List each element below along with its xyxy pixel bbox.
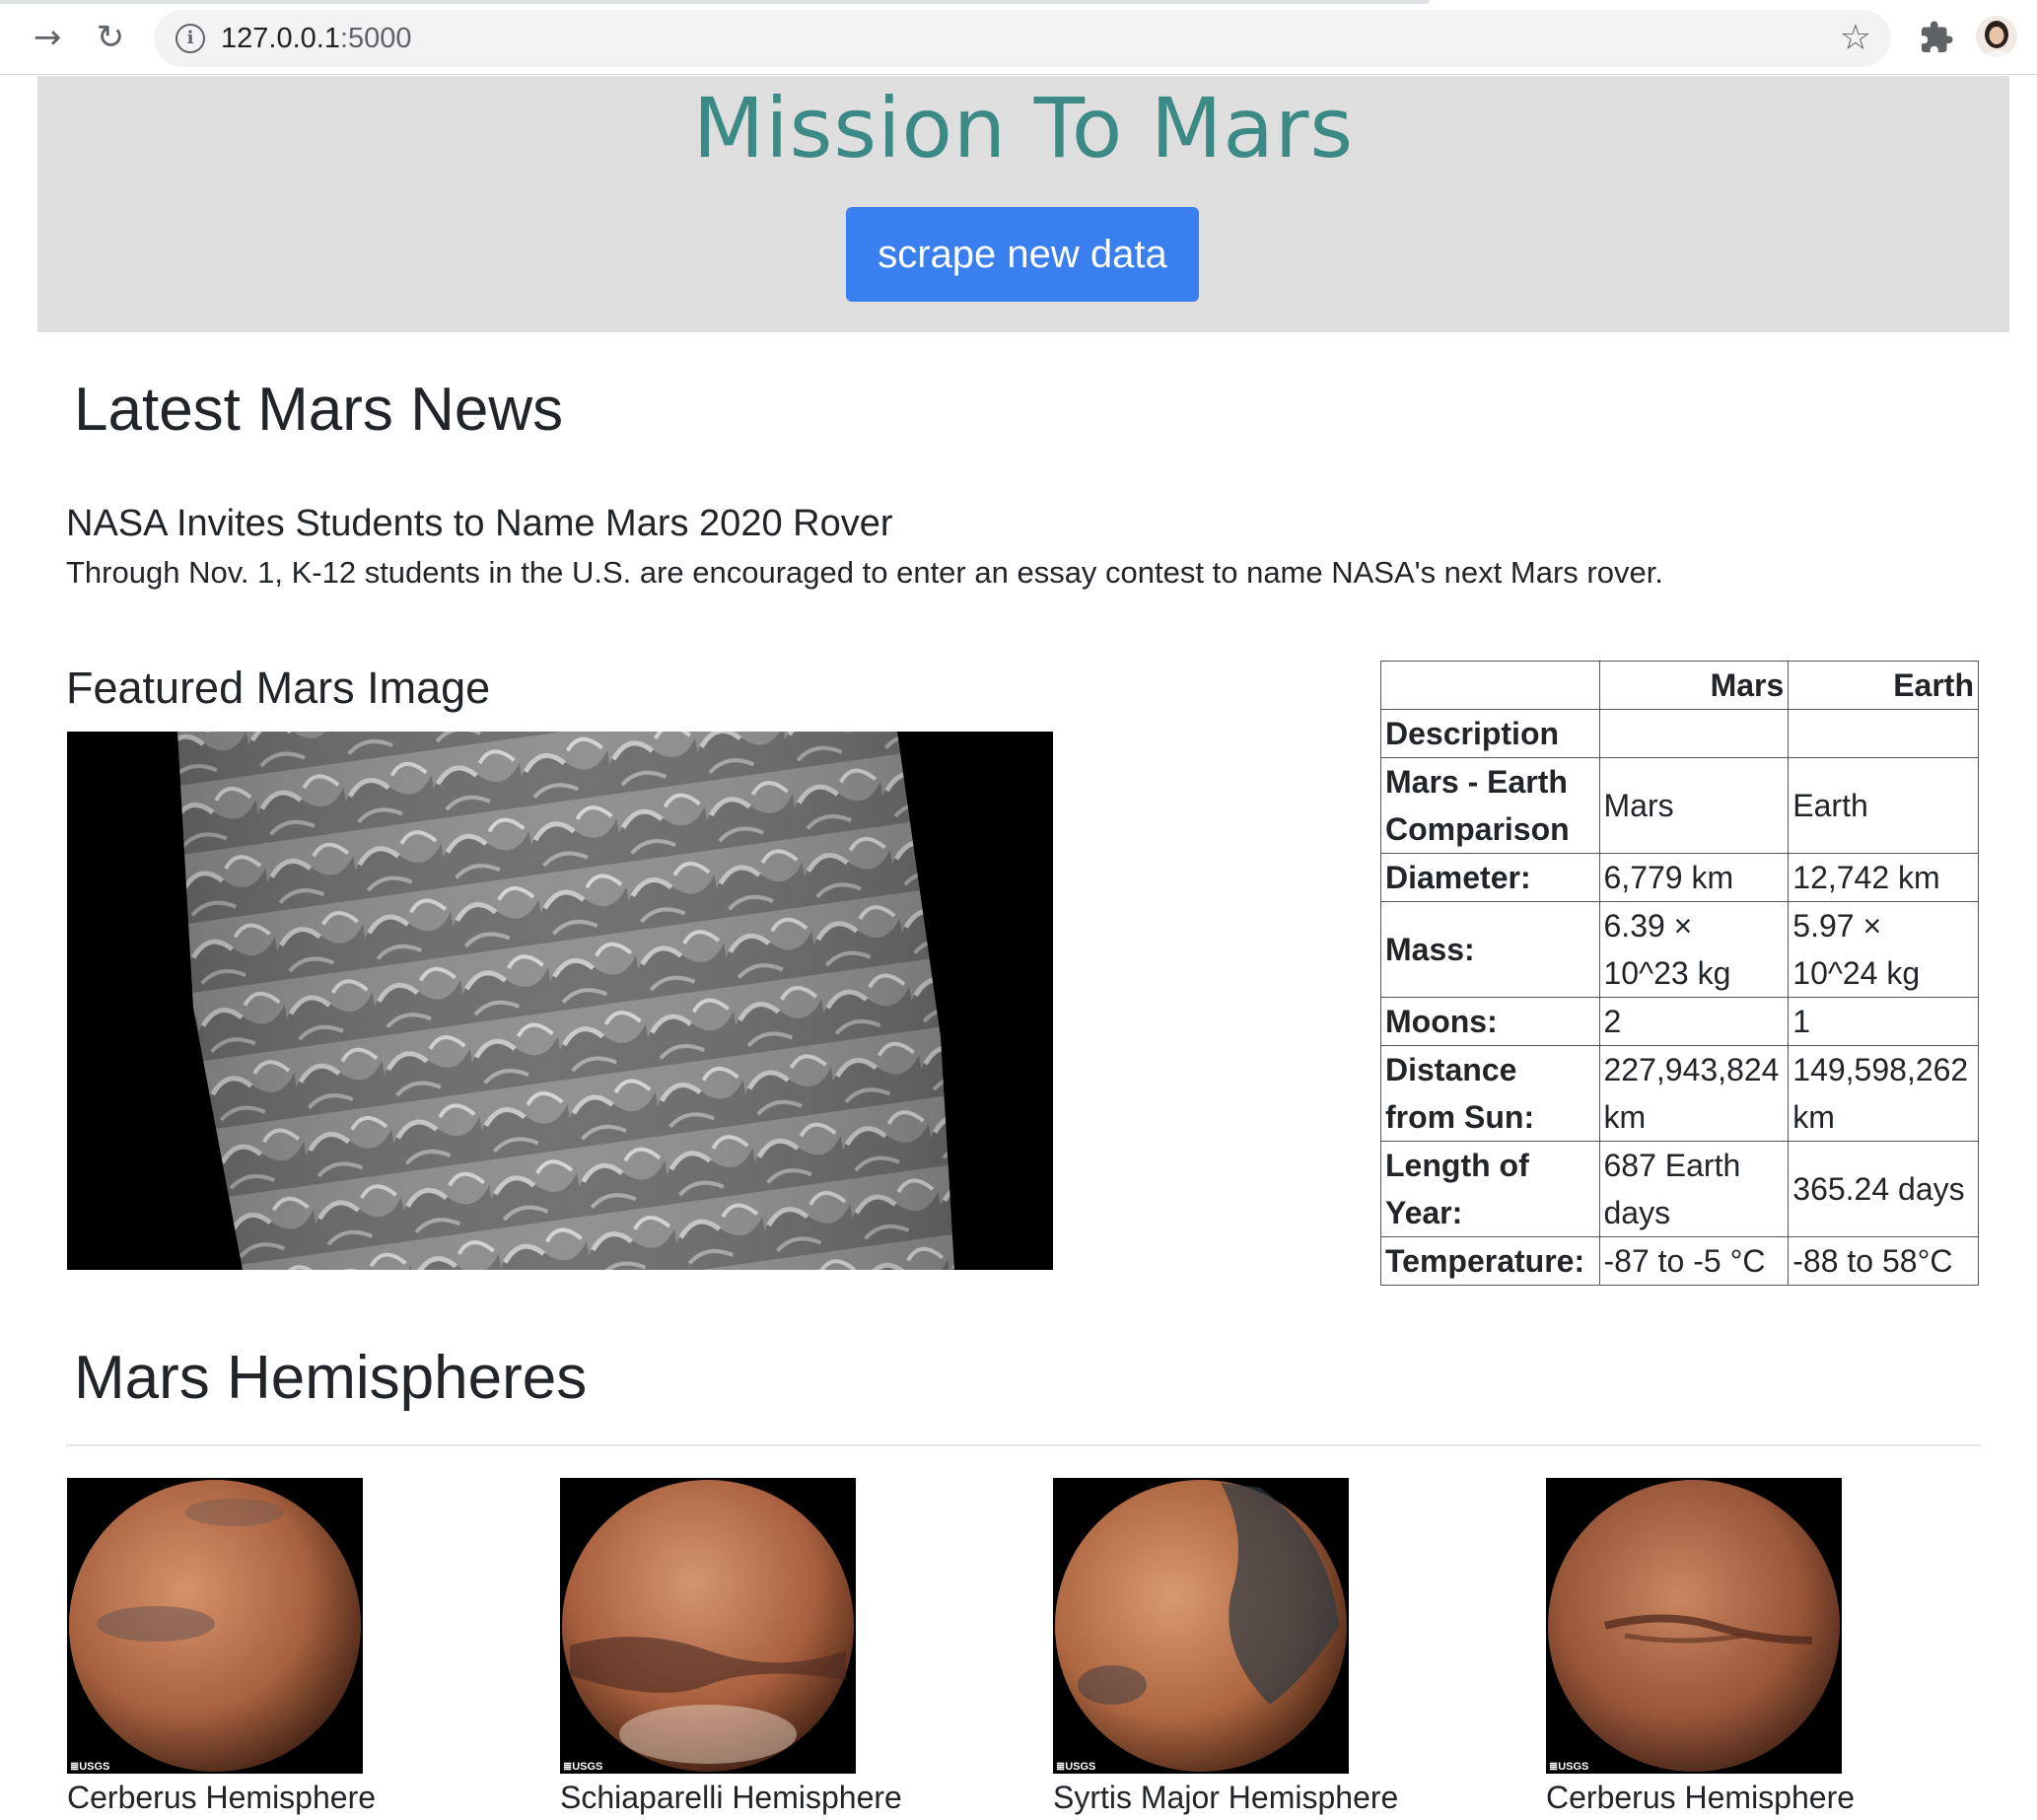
extensions-puzzle-icon[interactable]	[1919, 20, 1954, 55]
row-key: Temperature:	[1380, 1236, 1600, 1286]
row-mars-value: 6.39 × 10^23 kg	[1598, 901, 1790, 998]
usgs-logo: ≣USGS	[70, 1761, 110, 1773]
site-info-icon[interactable]: i	[176, 24, 205, 53]
featured-image-heading: Featured Mars Image	[66, 663, 491, 713]
news-heading: Latest Mars News	[74, 376, 564, 444]
table-row: Mass: 6.39 × 10^23 kg 5.97 × 10^24 kg	[1380, 901, 1979, 998]
table-row: Moons: 2 1	[1380, 997, 1979, 1046]
table-row: Mars - Earth Comparison Mars Earth	[1380, 757, 1979, 854]
row-mars-value: -87 to -5 °C	[1598, 1236, 1790, 1286]
row-earth-value: Earth	[1788, 757, 1979, 854]
profile-avatar[interactable]	[1976, 16, 2017, 57]
row-mars-value: 227,943,824 km	[1598, 1045, 1790, 1142]
mars-facts-table: Mars Earth Description Mars - Earth Comp…	[1380, 661, 1979, 1286]
address-bar[interactable]: i 127.0.0.1:5000 ☆	[154, 10, 1891, 67]
row-mars-value	[1598, 709, 1790, 758]
hemisphere-title: Schiaparelli Hemisphere	[560, 1780, 902, 1815]
reload-icon[interactable]: ↻	[91, 18, 130, 57]
url-text[interactable]: 127.0.0.1:5000	[221, 23, 412, 55]
header-jumbotron: Mission To Mars scrape new data	[37, 76, 2009, 332]
hemisphere-card[interactable]: ≣USGS Cerberus Hemisphere	[67, 1478, 377, 1816]
scrape-new-data-button[interactable]: scrape new data	[846, 207, 1199, 302]
url-port: :5000	[339, 23, 412, 54]
row-earth-value: 1	[1788, 997, 1979, 1046]
row-key: Moons:	[1380, 997, 1600, 1046]
row-key: Distance from Sun:	[1380, 1045, 1600, 1142]
hemisphere-image[interactable]: ≣USGS	[1053, 1478, 1349, 1774]
table-header-earth: Earth	[1788, 661, 1979, 710]
usgs-logo: ≣USGS	[1549, 1761, 1589, 1773]
table-row: Length of Year: 687 Earth days 365.24 da…	[1380, 1141, 1979, 1237]
row-key: Length of Year:	[1380, 1141, 1600, 1237]
hemisphere-title: Cerberus Hemisphere	[67, 1780, 377, 1815]
usgs-logo: ≣USGS	[563, 1761, 603, 1773]
table-header-cell	[1380, 661, 1600, 710]
table-row: Temperature: -87 to -5 °C -88 to 58°C	[1380, 1236, 1979, 1286]
url-host: 127.0.0.1	[221, 23, 340, 54]
hemispheres-heading: Mars Hemispheres	[74, 1344, 588, 1412]
row-key: Diameter:	[1380, 853, 1600, 902]
row-mars-value: Mars	[1598, 757, 1790, 854]
hemisphere-image[interactable]: ≣USGS	[560, 1478, 856, 1774]
row-mars-value: 687 Earth days	[1598, 1141, 1790, 1237]
row-mars-value: 2	[1598, 997, 1790, 1046]
hemisphere-title: Cerberus Hemisphere	[1546, 1780, 1856, 1815]
row-earth-value	[1788, 709, 1979, 758]
row-earth-value: 5.97 × 10^24 kg	[1788, 901, 1979, 998]
row-earth-value: 149,598,262 km	[1788, 1045, 1979, 1142]
table-row: Diameter: 6,779 km 12,742 km	[1380, 853, 1979, 902]
row-earth-value: -88 to 58°C	[1788, 1236, 1979, 1286]
section-divider	[66, 1444, 1981, 1446]
news-paragraph: Through Nov. 1, K-12 students in the U.S…	[66, 555, 1663, 590]
bookmark-star-icon[interactable]: ☆	[1840, 18, 1871, 58]
news-title: NASA Invites Students to Name Mars 2020 …	[66, 503, 893, 544]
hemisphere-card[interactable]: ≣USGS Syrtis Major Hemisphere	[1053, 1478, 1399, 1816]
row-key: Mars - Earth Comparison	[1380, 757, 1600, 854]
hemisphere-title: Syrtis Major Hemisphere	[1053, 1780, 1399, 1815]
table-header-row: Mars Earth	[1380, 661, 1979, 710]
table-header-mars: Mars	[1598, 661, 1790, 710]
hemisphere-image[interactable]: ≣USGS	[1546, 1478, 1842, 1774]
row-earth-value: 12,742 km	[1788, 853, 1979, 902]
table-row: Description	[1380, 709, 1979, 758]
hemisphere-card[interactable]: ≣USGS Cerberus Hemisphere	[1546, 1478, 1856, 1816]
tab-strip-edge	[0, 0, 1430, 4]
row-earth-value: 365.24 days	[1788, 1141, 1979, 1237]
forward-icon[interactable]: →	[28, 18, 67, 57]
hemisphere-image[interactable]: ≣USGS	[67, 1478, 363, 1774]
table-row: Distance from Sun: 227,943,824 km 149,59…	[1380, 1045, 1979, 1142]
featured-mars-image[interactable]	[67, 732, 1053, 1270]
row-key: Mass:	[1380, 901, 1600, 998]
usgs-logo: ≣USGS	[1056, 1761, 1096, 1773]
row-key: Description	[1380, 709, 1600, 758]
page-title: Mission To Mars	[692, 80, 1355, 176]
hemisphere-card[interactable]: ≣USGS Schiaparelli Hemisphere	[560, 1478, 902, 1816]
row-mars-value: 6,779 km	[1598, 853, 1790, 902]
browser-toolbar: → ↻ i 127.0.0.1:5000 ☆	[0, 0, 2037, 75]
